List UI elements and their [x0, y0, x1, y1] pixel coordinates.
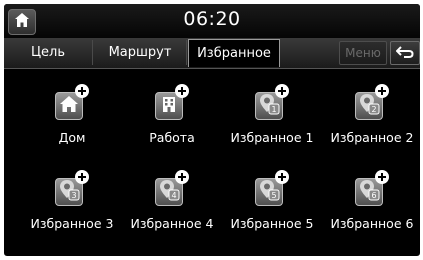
office-building-icon [160, 95, 178, 117]
favorite-number: 1 [271, 105, 276, 114]
tab-favorites[interactable]: Избранное [188, 39, 280, 67]
favorite-tile [55, 84, 89, 120]
favorite-pin-icon: 2 [358, 93, 380, 119]
tab-route[interactable]: Маршрут [94, 40, 187, 65]
favorite-pin-icon: 5 [258, 179, 280, 205]
tab-destination[interactable]: Цель [4, 40, 93, 65]
add-plus-icon [175, 170, 189, 184]
menu-button[interactable]: Меню [339, 41, 387, 65]
favorite-pin-icon: 4 [158, 179, 180, 205]
back-arrow-icon [395, 44, 414, 63]
favorite-number: 5 [271, 191, 276, 200]
favorite-number: 3 [71, 191, 76, 200]
status-bar: 06:20 [4, 4, 420, 38]
favorite-number: 2 [371, 105, 376, 114]
clock: 06:20 [183, 8, 241, 30]
add-plus-icon [375, 170, 389, 184]
favorite-work[interactable]: Работа [122, 84, 222, 154]
favorite-3[interactable]: 3 Избранное 3 [22, 170, 122, 240]
favorite-tile: 3 [55, 170, 89, 206]
favorite-pin-icon: 6 [358, 179, 380, 205]
favorite-6[interactable]: 6 Избранное 6 [322, 170, 420, 240]
favorite-label: Избранное 6 [330, 216, 414, 231]
add-plus-icon [275, 170, 289, 184]
favorite-tile: 1 [255, 84, 289, 120]
favorite-5[interactable]: 5 Избранное 5 [222, 170, 322, 240]
add-plus-icon [175, 84, 189, 98]
favorite-tile: 4 [155, 170, 189, 206]
favorite-number: 6 [371, 191, 376, 200]
tab-label: Цель [30, 45, 66, 60]
favorite-home[interactable]: Дом [22, 84, 122, 154]
tab-label: Избранное [197, 46, 271, 61]
favorite-tile: 5 [255, 170, 289, 206]
favorite-4[interactable]: 4 Избранное 4 [122, 170, 222, 240]
favorite-pin-icon: 1 [258, 93, 280, 119]
add-plus-icon [275, 84, 289, 98]
add-plus-icon [75, 170, 89, 184]
home-icon [59, 95, 79, 117]
favorite-tile [155, 84, 189, 120]
favorite-number: 4 [171, 191, 176, 200]
favorite-pin-icon: 3 [58, 179, 80, 205]
menu-label: Меню [345, 46, 381, 60]
favorite-label: Избранное 2 [330, 130, 414, 145]
favorite-tile: 2 [355, 84, 389, 120]
add-plus-icon [75, 84, 89, 98]
tab-label: Маршрут [108, 45, 172, 60]
add-plus-icon [375, 84, 389, 98]
back-button[interactable] [390, 41, 420, 65]
favorite-1[interactable]: 1 Избранное 1 [222, 84, 322, 154]
favorite-tile: 6 [355, 170, 389, 206]
nav-screen: 06:20 Цель Маршрут Избранное Меню Дом Ра… [4, 4, 420, 256]
tab-bar: Цель Маршрут Избранное Меню [4, 38, 420, 69]
favorite-2[interactable]: 2 Избранное 2 [322, 84, 420, 154]
